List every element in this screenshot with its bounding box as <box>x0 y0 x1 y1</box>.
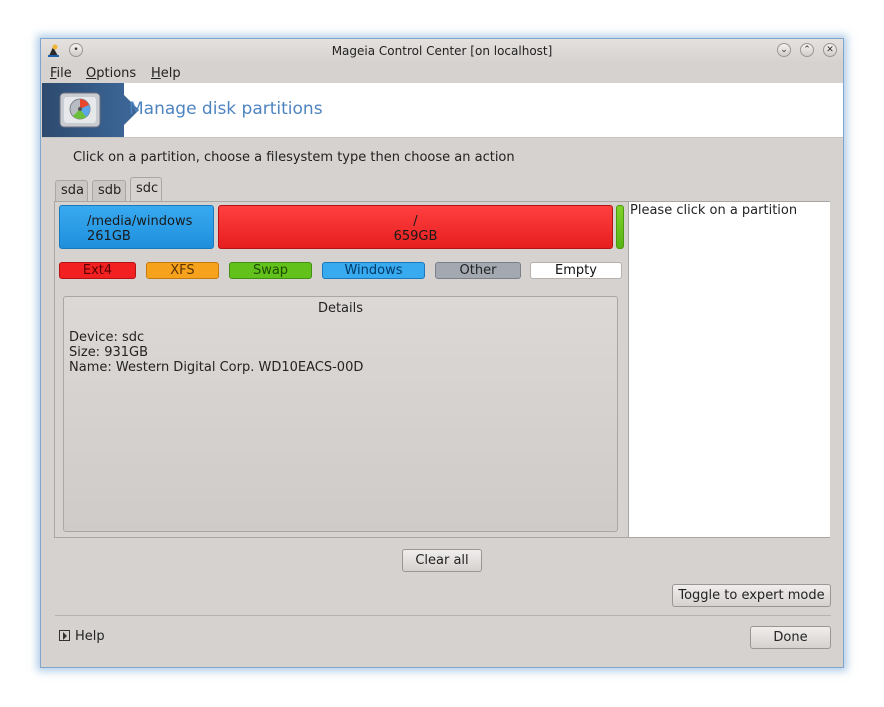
partition-root[interactable]: / 659GB <box>218 205 613 249</box>
window-title: Mageia Control Center [on localhost] <box>331 44 553 58</box>
chevron-up-icon: ⌃ <box>803 45 811 55</box>
tab-sdb[interactable]: sdb <box>92 180 126 201</box>
separator <box>55 615 831 616</box>
chevron-down-icon: ⌄ <box>780 45 788 55</box>
menu-bar: File Options Help <box>41 63 843 85</box>
legend-ext4[interactable]: Ext4 <box>59 262 136 279</box>
instructions-text: Click on a partition, choose a filesyste… <box>73 150 515 165</box>
partition-swap[interactable] <box>616 205 624 249</box>
hard-disk-icon <box>59 92 101 128</box>
menu-options[interactable]: Options <box>86 66 136 81</box>
expand-arrow-icon <box>59 630 70 641</box>
tab-sdc[interactable]: sdc <box>130 177 162 202</box>
maximize-button[interactable]: ⌃ <box>800 43 814 57</box>
legend-windows[interactable]: Windows <box>322 262 425 279</box>
banner-icon-area <box>42 83 124 137</box>
main-window: • Mageia Control Center [on localhost] ⌄… <box>40 38 844 668</box>
details-title: Details <box>317 301 364 316</box>
partition-info-panel: Please click on a partition <box>628 202 830 537</box>
menu-help-label: elp <box>160 66 181 81</box>
details-frame: Details Device: sdc Size: 931GB Name: We… <box>63 296 618 532</box>
disk-tab-panel: /media/windows 261GB / 659GB Ext4 XFS Sw… <box>54 201 830 538</box>
clear-all-button[interactable]: Clear all <box>402 549 482 572</box>
menu-options-accel: O <box>86 66 97 81</box>
menu-help-accel: H <box>151 66 161 81</box>
legend-empty[interactable]: Empty <box>530 262 622 279</box>
detail-device: Device: sdc <box>69 330 145 345</box>
toggle-expert-mode-button[interactable]: Toggle to expert mode <box>672 584 831 607</box>
close-icon: ✕ <box>826 45 834 55</box>
menu-help[interactable]: Help <box>151 66 181 81</box>
menu-options-label: ptions <box>96 66 137 81</box>
title-bar: • Mageia Control Center [on localhost] ⌄… <box>41 39 843 63</box>
partition-size: 659GB <box>393 229 438 244</box>
detail-size: Size: 931GB <box>69 345 149 360</box>
partition-mount: / <box>413 214 418 229</box>
menu-file-label: ile <box>56 66 72 81</box>
info-panel-text: Please click on a partition <box>630 203 798 218</box>
banner: Manage disk partitions <box>42 83 843 138</box>
tab-sda[interactable]: sda <box>55 180 88 201</box>
close-button[interactable]: ✕ <box>823 43 837 57</box>
legend-swap[interactable]: Swap <box>229 262 312 279</box>
help-label: Help <box>75 629 105 644</box>
legend-xfs[interactable]: XFS <box>146 262 219 279</box>
legend-other[interactable]: Other <box>435 262 521 279</box>
menu-file[interactable]: File <box>50 66 72 81</box>
banner-title: Manage disk partitions <box>129 99 323 119</box>
help-button[interactable]: Help <box>59 629 105 644</box>
partition-media-windows[interactable]: /media/windows 261GB <box>59 205 214 249</box>
done-button[interactable]: Done <box>750 626 831 649</box>
detail-name: Name: Western Digital Corp. WD10EACS-00D <box>69 360 364 375</box>
minimize-button[interactable]: ⌄ <box>777 43 791 57</box>
